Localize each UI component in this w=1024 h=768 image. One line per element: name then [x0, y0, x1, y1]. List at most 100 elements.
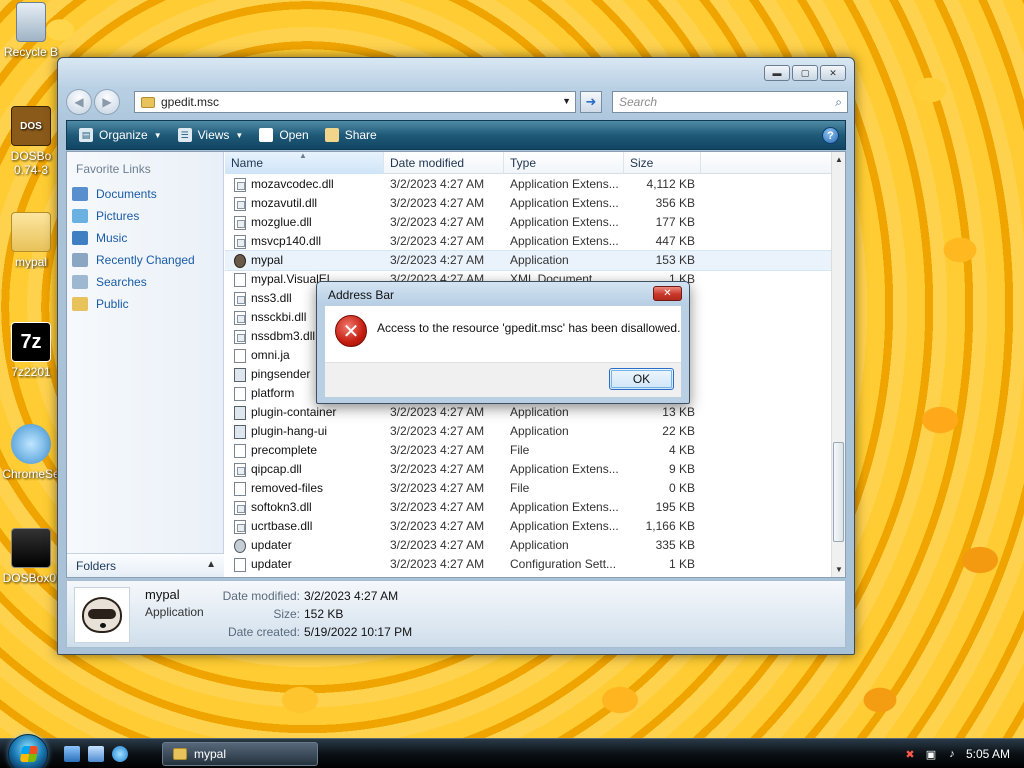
open-button[interactable]: Open: [251, 123, 316, 147]
chevron-down-icon[interactable]: ▼: [562, 96, 571, 106]
address-bar[interactable]: gpedit.msc ▼: [134, 91, 576, 113]
internet-explorer-icon[interactable]: [112, 746, 128, 762]
back-button[interactable]: ◀: [66, 89, 92, 115]
file-name: mozglue.dll: [251, 215, 312, 229]
minimize-button[interactable]: ▬: [764, 65, 790, 81]
file-size: 1,166 KB: [645, 519, 695, 533]
go-button[interactable]: ➜: [580, 91, 602, 113]
file-name: ucrtbase.dll: [251, 519, 313, 533]
file-row[interactable]: ucrtbase.dll 3/2/2023 4:27 AM Application …: [225, 517, 831, 536]
file-type: Application: [510, 253, 569, 267]
column-size[interactable]: Size: [624, 152, 701, 174]
column-name[interactable]: ▲ Name: [225, 152, 384, 174]
folders-toggle[interactable]: Folders ▲: [67, 553, 224, 577]
file-row[interactable]: updater 3/2/2023 4:27 AM Configuration Set…: [225, 555, 831, 574]
nav-item-music[interactable]: Music: [72, 227, 195, 249]
volume-icon[interactable]: ♪: [945, 747, 959, 761]
file-row[interactable]: mozglue.dll 3/2/2023 4:27 AM Application E…: [225, 213, 831, 232]
file-row[interactable]: plugin-hang-ui 3/2/2023 4:27 AM Applicatio…: [225, 422, 831, 441]
desktop-icon-label: DOSBox0.: [2, 571, 60, 585]
gear-icon: [234, 538, 246, 553]
file-name: mypal: [251, 253, 284, 267]
maximize-button[interactable]: ▢: [792, 65, 818, 81]
file-name-cell: precomplete: [225, 441, 384, 460]
file-row[interactable]: qipcap.dll 3/2/2023 4:27 AM Application Ex…: [225, 460, 831, 479]
ok-button[interactable]: OK: [609, 368, 674, 390]
taskbar-button-mypal[interactable]: mypal: [162, 742, 318, 766]
clock[interactable]: 5:05 AM: [966, 747, 1010, 761]
window-controls: ▬ ▢ ✕: [764, 65, 846, 81]
raccoon-icon: [82, 597, 122, 633]
dialog-close-button[interactable]: ✕: [653, 286, 682, 301]
navigation-pane: Favorite Links Documents Pictures Music …: [67, 152, 224, 577]
desktop-icon-mypal[interactable]: mypal: [0, 212, 62, 269]
dll-file-icon: [234, 234, 246, 249]
file-row[interactable]: updater 3/2/2023 4:27 AM Application 335 KB: [225, 536, 831, 555]
file-date: 3/2/2023 4:27 AM: [390, 481, 485, 495]
desktop-icon-label: Recycle B: [3, 45, 59, 59]
desktop-icon-chromesetup[interactable]: ChromeSe: [0, 424, 62, 481]
search-icon[interactable]: ⌕: [835, 95, 842, 110]
close-button[interactable]: ✕: [820, 65, 846, 81]
desktop-icon-7z2201[interactable]: 7z 7z2201: [0, 322, 62, 379]
file-name-cell: mozglue.dll: [225, 213, 384, 232]
file-type: Application: [510, 424, 569, 438]
file-row[interactable]: mozavutil.dll 3/2/2023 4:27 AM Application…: [225, 194, 831, 213]
forward-button[interactable]: ▶: [94, 89, 120, 115]
file-name: removed-files: [251, 481, 324, 495]
back-arrow-icon: ◀: [74, 95, 84, 109]
desktop-icon-dosbox-x[interactable]: DOS DOSBo 0.74-3: [0, 106, 62, 177]
desktop-icon-label: DOSBo 0.74-3: [10, 149, 52, 177]
nav-item-recently-changed[interactable]: Recently Changed: [72, 249, 195, 271]
vertical-scrollbar[interactable]: ▲ ▼: [831, 152, 845, 577]
show-desktop-icon[interactable]: [64, 746, 80, 762]
details-file-name: mypal: [145, 587, 180, 602]
nav-item-documents[interactable]: Documents: [72, 183, 195, 205]
file-date: 3/2/2023 4:27 AM: [390, 500, 485, 514]
file-row[interactable]: msvcp140.dll 3/2/2023 4:27 AM Application …: [225, 232, 831, 251]
scroll-thumb[interactable]: [833, 442, 844, 542]
share-button[interactable]: Share: [317, 123, 385, 147]
file-name-cell: msvcp140.dll: [225, 232, 384, 251]
file-row[interactable]: plugin-container 3/2/2023 4:27 AM Applicat…: [225, 403, 831, 422]
file-date: 3/2/2023 4:27 AM: [390, 196, 485, 210]
network-icon[interactable]: ▣: [924, 747, 938, 761]
file-row[interactable]: mozavcodec.dll 3/2/2023 4:27 AM Applicatio…: [225, 175, 831, 194]
desktop-icon-dosbox0[interactable]: DOSBox0.: [0, 528, 62, 585]
security-alert-icon[interactable]: ✖: [903, 747, 917, 761]
file-name-cell: plugin-hang-ui: [225, 422, 384, 441]
nav-item-pictures[interactable]: Pictures: [72, 205, 195, 227]
file-size: 4 KB: [668, 443, 695, 457]
file-date: 3/2/2023 4:27 AM: [390, 519, 485, 533]
help-icon[interactable]: ?: [822, 127, 839, 144]
size-label: Size:: [273, 607, 300, 621]
views-button[interactable]: ☰ Views ▼: [170, 123, 252, 147]
column-date-modified[interactable]: Date modified: [384, 152, 504, 174]
switch-windows-icon[interactable]: [88, 746, 104, 762]
file-date: 3/2/2023 4:27 AM: [390, 443, 485, 457]
dll-file-icon: [234, 291, 246, 306]
share-label: Share: [344, 128, 377, 142]
desktop-icon-label: 7z2201: [11, 365, 51, 379]
nav-item-searches[interactable]: Searches: [72, 271, 195, 293]
nav-item-label: Music: [96, 231, 128, 245]
start-button[interactable]: [8, 734, 48, 768]
file-type: Application Extens...: [510, 500, 619, 514]
scroll-down-icon[interactable]: ▼: [835, 565, 843, 574]
file-name-cell: mozavcodec.dll: [225, 175, 384, 194]
date-modified-value: 3/2/2023 4:27 AM: [304, 589, 399, 603]
file-name-cell: qipcap.dll: [225, 460, 384, 479]
dll-file-icon: [234, 329, 246, 344]
desktop-icon-recycle-bin[interactable]: Recycle B: [0, 2, 62, 59]
search-input[interactable]: Search ⌕: [612, 91, 848, 113]
file-row[interactable]: removed-files 3/2/2023 4:27 AM File 0 KB: [225, 479, 831, 498]
file-row[interactable]: precomplete 3/2/2023 4:27 AM File 4 KB: [225, 441, 831, 460]
scroll-up-icon[interactable]: ▲: [835, 155, 843, 164]
document-icon: [234, 386, 246, 401]
file-row[interactable]: softokn3.dll 3/2/2023 4:27 AM Application …: [225, 498, 831, 517]
nav-item-public[interactable]: Public: [72, 293, 195, 315]
file-row[interactable]: mypal 3/2/2023 4:27 AM Application 153 KB: [225, 250, 832, 271]
file-size: 1 KB: [668, 557, 695, 571]
organize-button[interactable]: ▤ Organize ▼: [71, 123, 170, 147]
column-type[interactable]: Type: [504, 152, 624, 174]
